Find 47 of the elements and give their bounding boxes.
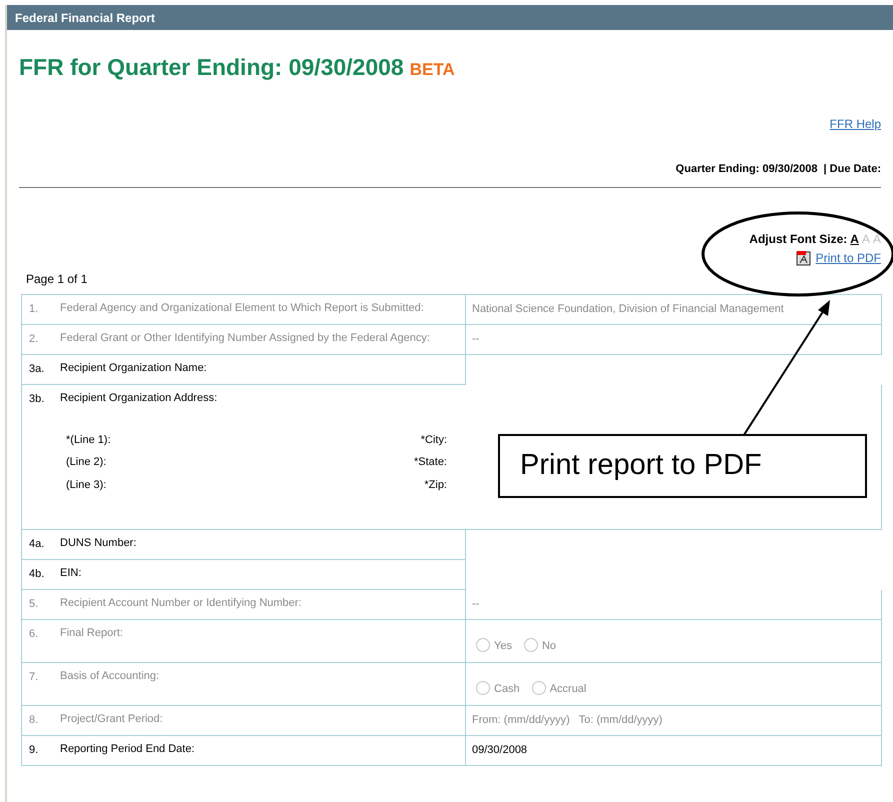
print-pdf-link[interactable]: Print to PDF: [816, 249, 881, 267]
callout-text: Print report to PDF: [520, 448, 762, 484]
row-number: 6.: [29, 627, 40, 642]
row-label: Federal Agency and Organizational Element to Which Report is Submitted:: [60, 301, 424, 316]
font-size-label: Adjust Font Size:: [749, 231, 848, 248]
row-number: 8.: [29, 713, 40, 728]
font-size-option[interactable]: A: [850, 230, 859, 248]
quarter-ending-text: Quarter Ending: 09/30/2008: [676, 162, 818, 176]
address-line-label: (Line 2):: [66, 455, 108, 470]
address-place-label: *Zip:: [424, 478, 447, 492]
row-label: Basis of Accounting:: [60, 669, 160, 684]
window-title: Federal Financial Report: [15, 10, 156, 26]
row-number: 4b.: [29, 567, 46, 582]
row-label: Recipient Organization Name:: [60, 361, 207, 376]
page-count: Page 1 of 1: [26, 271, 88, 288]
row-label: Recipient Organization Address:: [60, 391, 218, 406]
address-line-label: (Line 3):: [66, 478, 108, 492]
font-size-option[interactable]: A: [872, 230, 881, 248]
row-value: --: [472, 598, 480, 610]
row-number: 4a.: [29, 537, 46, 552]
row-label: Reporting Period End Date:: [60, 742, 195, 757]
row-number: 9.: [29, 743, 40, 758]
row-number: 1.: [29, 302, 40, 317]
row-number: 3a.: [29, 362, 46, 377]
row-number: 5.: [29, 597, 40, 612]
address-place-label: *City:: [420, 432, 447, 448]
row-label: DUNS Number:: [60, 536, 136, 551]
row-number: 3b.: [29, 392, 46, 407]
row-number: 7.: [29, 670, 40, 685]
page-title: FFR for Quarter Ending: 09/30/2008: [19, 53, 404, 82]
row-label: Federal Grant or Other Identifying Number Assigned by the Federal Agency:: [60, 331, 430, 346]
address-place-label: *State:: [414, 455, 447, 470]
row-label: Final Report:: [60, 626, 123, 641]
row-value: 09/30/2008: [472, 744, 528, 756]
row-value: --: [472, 333, 480, 345]
row-label: Project/Grant Period:: [60, 712, 163, 727]
pdf-file-icon: [796, 250, 811, 266]
row-label: EIN:: [60, 566, 82, 581]
row-value: National Science Foundation, Division of Financial Management: [472, 303, 784, 315]
row-label: Recipient Account Number or Identifying Number:: [60, 596, 302, 611]
beta-label: BETA: [410, 59, 455, 81]
help-link[interactable]: FFR Help: [830, 114, 881, 132]
due-date-label: | Due Date:: [824, 162, 881, 176]
font-size-option[interactable]: A: [862, 230, 870, 248]
row-value: From: (mm/dd/yyyy) To: (mm/dd/yyyy): [472, 714, 662, 726]
address-line-label: *(Line 1):: [66, 432, 112, 448]
row-number: 2.: [29, 332, 40, 347]
